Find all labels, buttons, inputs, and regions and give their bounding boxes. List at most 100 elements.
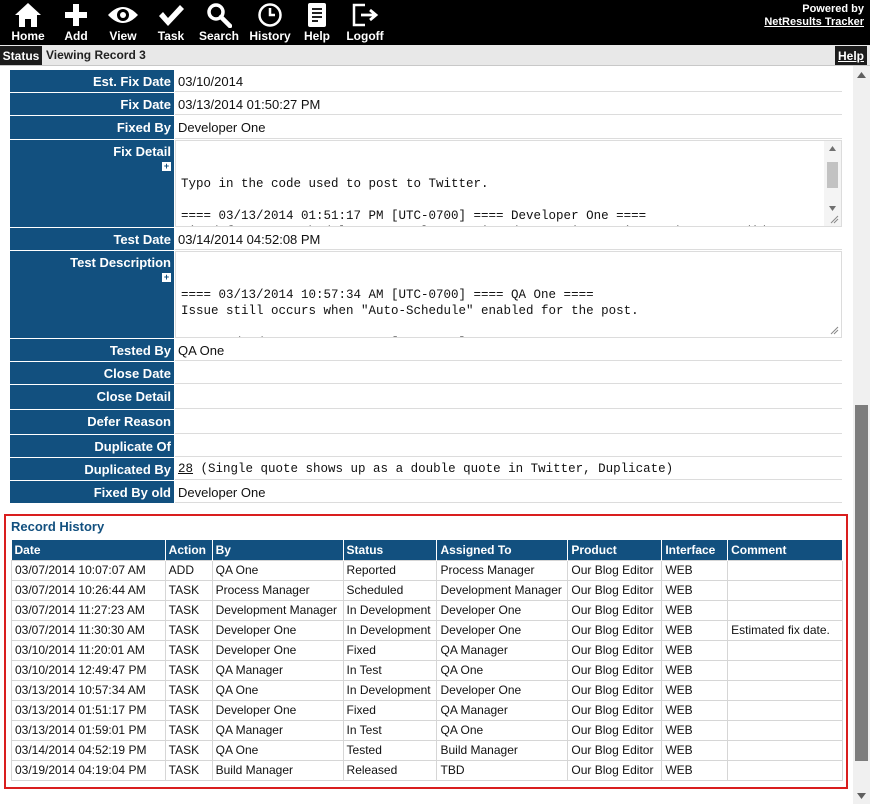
scroll-up-icon[interactable]: [824, 141, 841, 156]
field-label: Duplicated By: [10, 458, 175, 480]
nav-history-label: History: [249, 29, 291, 43]
history-cell: WEB: [661, 559, 729, 581]
fix-detail-textarea[interactable]: Typo in the code used to post to Twitter…: [175, 140, 842, 227]
history-cell: In Development: [342, 679, 438, 701]
field-fixed-by-old: Fixed By old Developer One: [10, 481, 842, 504]
history-row: 03/13/2014 01:51:17 PM TASK Developer One F…: [11, 699, 843, 721]
history-cell: TASK: [164, 619, 213, 641]
history-cell: Developer One: [436, 599, 569, 621]
history-row: 03/07/2014 10:07:07 AM ADD QA One Reported P…: [11, 559, 843, 581]
page-scrollbar[interactable]: [853, 66, 870, 804]
resize-grip-icon[interactable]: [830, 215, 839, 224]
field-close-date: Close Date: [10, 362, 842, 385]
history-cell: TASK: [164, 679, 213, 701]
history-cell: 03/10/2014 11:20:01 AM: [11, 639, 166, 661]
record-fields: Est. Fix Date 03/10/2014 Fix Date 03/13/…: [10, 70, 842, 504]
history-cell: WEB: [661, 659, 729, 681]
history-cell: ADD: [164, 559, 213, 581]
resize-grip-icon[interactable]: [830, 326, 839, 335]
history-cell: Development Manager: [211, 599, 344, 621]
field-label: Fixed By old: [10, 481, 175, 503]
history-cell: Our Blog Editor: [567, 639, 663, 661]
history-row: 03/19/2014 04:19:04 PM TASK Build Manager R…: [11, 759, 843, 781]
history-cell: Our Blog Editor: [567, 719, 663, 741]
field-duplicate-of: Duplicate Of: [10, 435, 842, 458]
nav-home-button[interactable]: Home: [0, 0, 56, 45]
history-cell: Tested: [342, 739, 438, 761]
test-description-textarea[interactable]: ==== 03/13/2014 10:57:34 AM [UTC-0700] =…: [175, 251, 842, 338]
history-cell: QA One: [211, 679, 344, 701]
main-nav: Home Add View Task Search History Help L…: [0, 0, 390, 45]
history-row: 03/07/2014 11:27:23 AM TASK Development Ma…: [11, 599, 843, 621]
textarea-scrollbar[interactable]: [824, 141, 841, 226]
history-cell: WEB: [661, 679, 729, 701]
powered-by: Powered by NetResults Tracker: [764, 3, 864, 29]
history-column-header: Assigned To: [436, 540, 569, 560]
search-icon: [206, 0, 232, 30]
history-cell: TASK: [164, 599, 213, 621]
nav-task-button[interactable]: Task: [150, 0, 192, 45]
expand-icon[interactable]: +: [162, 162, 171, 171]
history-cell: Released: [342, 759, 438, 781]
history-cell: 03/07/2014 10:07:07 AM: [11, 559, 166, 581]
history-cell: Our Blog Editor: [567, 619, 663, 641]
history-cell: Fixed: [342, 639, 438, 661]
scroll-down-icon[interactable]: [853, 787, 870, 804]
history-cell: QA Manager: [436, 639, 569, 661]
scroll-up-icon[interactable]: [853, 66, 870, 83]
nav-logoff-button[interactable]: Logoff: [340, 0, 390, 45]
scroll-thumb[interactable]: [855, 405, 868, 761]
top-toolbar: Home Add View Task Search History Help L…: [0, 0, 870, 45]
history-cell: Developer One: [211, 619, 344, 641]
help-link[interactable]: Help: [835, 46, 867, 65]
logout-icon: [351, 0, 379, 30]
history-cell: 03/07/2014 11:27:23 AM: [11, 599, 166, 621]
fix-detail-text: Typo in the code used to post to Twitter…: [181, 177, 766, 226]
field-fixed-by: Fixed By Developer One: [10, 116, 842, 140]
history-cell: 03/07/2014 11:30:30 AM: [11, 619, 166, 641]
history-cell: Build Manager: [211, 759, 344, 781]
history-cell: Our Blog Editor: [567, 699, 663, 721]
history-cell: 03/14/2014 04:52:19 PM: [11, 739, 166, 761]
field-label: Test Date: [10, 228, 175, 250]
history-cell: [727, 699, 843, 721]
nav-help-button[interactable]: Help: [294, 0, 340, 45]
duplicate-record-link[interactable]: 28: [178, 462, 193, 476]
nav-view-button[interactable]: View: [96, 0, 150, 45]
history-row: 03/07/2014 11:30:30 AM TASK Developer One I…: [11, 619, 843, 641]
field-label-container: Fix Detail +: [10, 140, 175, 227]
expand-icon[interactable]: +: [162, 273, 171, 282]
nav-help-label: Help: [303, 29, 330, 43]
history-cell: Development Manager: [436, 579, 569, 601]
field-value: QA One: [175, 339, 842, 361]
nav-home-label: Home: [11, 29, 45, 43]
history-row: 03/14/2014 04:52:19 PM TASK QA One Tested Bu…: [11, 739, 843, 761]
field-label: Fix Date: [10, 93, 175, 115]
history-cell: WEB: [661, 739, 729, 761]
history-cell: [727, 599, 843, 621]
history-cell: 03/13/2014 10:57:34 AM: [11, 679, 166, 701]
history-column-header: Date: [11, 540, 166, 560]
history-cell: TASK: [164, 639, 213, 661]
eye-icon: [107, 0, 139, 30]
nav-search-button[interactable]: Search: [192, 0, 246, 45]
nav-history-button[interactable]: History: [246, 0, 294, 45]
history-cell: Our Blog Editor: [567, 679, 663, 701]
field-value: 28 (Single quote shows up as a double qu…: [175, 458, 842, 480]
history-row: 03/10/2014 12:49:47 PM TASK QA Manager In T…: [11, 659, 843, 681]
scroll-thumb[interactable]: [827, 162, 838, 188]
brand-link[interactable]: NetResults Tracker: [764, 16, 864, 29]
history-cell: Our Blog Editor: [567, 739, 663, 761]
nav-add-button[interactable]: Add: [56, 0, 96, 45]
history-cell: Estimated fix date.: [727, 619, 843, 641]
history-column-header: Comment: [727, 540, 843, 560]
history-cell: Process Manager: [211, 579, 344, 601]
history-cell: WEB: [661, 619, 729, 641]
status-tab[interactable]: Status: [0, 46, 42, 65]
scroll-down-icon[interactable]: [824, 201, 841, 216]
history-cell: Developer One: [211, 699, 344, 721]
history-cell: Reported: [342, 559, 438, 581]
field-test-date: Test Date 03/14/2014 04:52:08 PM: [10, 228, 842, 251]
history-cell: [727, 639, 843, 661]
history-cell: [727, 579, 843, 601]
